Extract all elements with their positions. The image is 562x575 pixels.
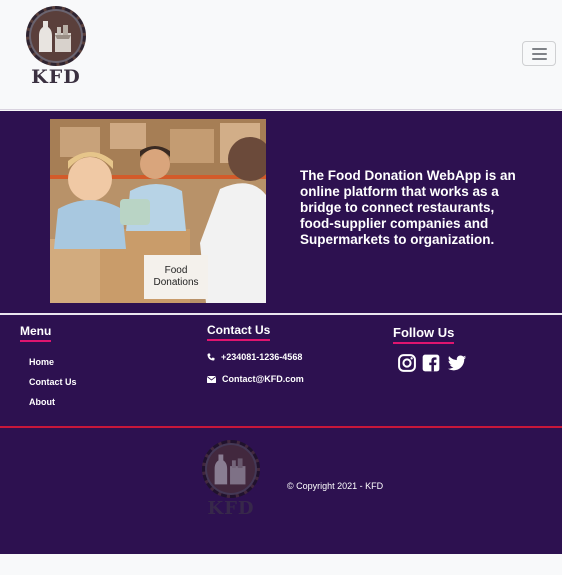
footer-link-contact-us[interactable]: Contact Us bbox=[29, 377, 77, 387]
footer-bottle-groceries-icon bbox=[214, 454, 246, 485]
hero-section: Food Donations The Food Donation WebApp … bbox=[0, 111, 562, 314]
logo-badge bbox=[26, 6, 86, 66]
footer: Menu Home Contact Us About Contact Us +2… bbox=[0, 315, 562, 427]
navbar: KFD bbox=[0, 0, 562, 110]
brand-logo[interactable]: KFD bbox=[24, 6, 88, 90]
bottle-groceries-icon bbox=[39, 21, 71, 52]
twitter-icon[interactable] bbox=[446, 353, 468, 373]
instagram-icon[interactable] bbox=[397, 353, 417, 373]
contact-phone: +234081-1236-4568 bbox=[221, 352, 303, 362]
footer-logo-badge bbox=[202, 440, 260, 498]
volunteers-photo: Food Donations bbox=[50, 119, 266, 303]
footer-logo: KFD bbox=[200, 440, 260, 522]
contact-phone-row[interactable]: +234081-1236-4568 bbox=[207, 352, 302, 362]
facebook-icon[interactable] bbox=[421, 353, 441, 373]
footer-brand-text: KFD bbox=[207, 498, 255, 519]
hero-description: The Food Donation WebApp is an online pl… bbox=[300, 168, 516, 247]
footer-link-home[interactable]: Home bbox=[29, 357, 54, 367]
box-label-line2: Donations bbox=[153, 277, 198, 288]
envelope-icon bbox=[207, 375, 216, 383]
menu-title: Menu bbox=[20, 324, 52, 342]
contact-email: Contact@KFD.com bbox=[222, 374, 304, 384]
brand-text: KFD bbox=[31, 66, 81, 88]
hero-photo: Food Donations bbox=[50, 119, 266, 303]
contact-title: Contact Us bbox=[207, 323, 271, 341]
copyright-text: © Copyright 2021 - KFD bbox=[287, 481, 384, 491]
box-label-line1: Food bbox=[165, 265, 188, 276]
footer-bottom: KFD © Copyright 2021 - KFD bbox=[0, 428, 562, 554]
navbar-toggler-button[interactable] bbox=[522, 41, 556, 66]
phone-icon bbox=[207, 353, 215, 361]
hamburger-icon bbox=[532, 48, 547, 50]
footer-link-about[interactable]: About bbox=[29, 397, 55, 407]
contact-email-row[interactable]: Contact@KFD.com bbox=[207, 374, 304, 384]
follow-title: Follow Us bbox=[393, 325, 455, 344]
